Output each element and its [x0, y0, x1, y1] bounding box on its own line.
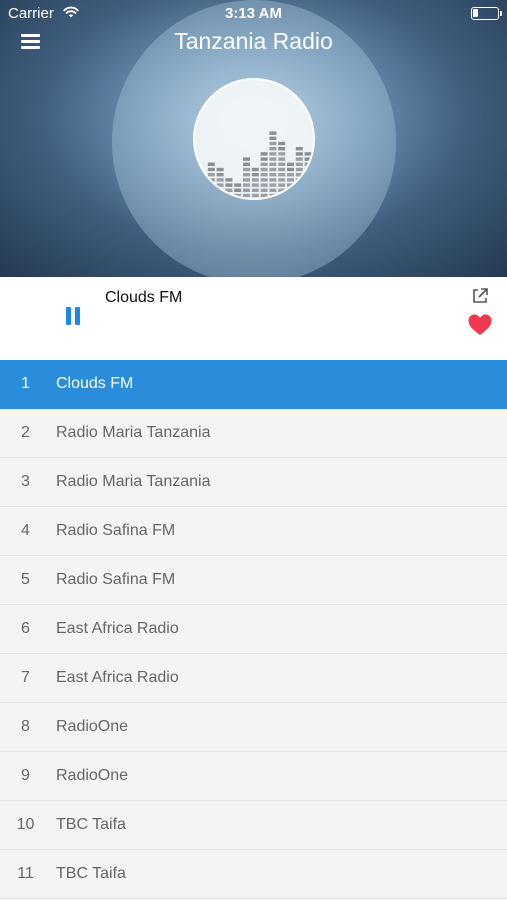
- pause-button[interactable]: [64, 307, 84, 327]
- battery-icon: [471, 7, 502, 20]
- station-number: 5: [21, 571, 30, 588]
- status-time: 3:13 AM: [225, 5, 282, 22]
- station-list: 1 Clouds FM 2 Radio Maria Tanzania 3 Radio Ma…: [0, 360, 507, 899]
- station-number: 1: [21, 375, 30, 392]
- station-row[interactable]: 4 Radio Safina FM: [0, 507, 507, 556]
- station-row[interactable]: 2 Radio Maria Tanzania: [0, 409, 507, 458]
- station-name: Radio Maria Tanzania: [56, 473, 211, 490]
- station-row[interactable]: 7 East Africa Radio: [0, 654, 507, 703]
- station-name: Radio Safina FM: [56, 571, 176, 588]
- station-number: 6: [21, 620, 30, 637]
- app: Carrier 3:13 AM Tanzania Radio Clouds FM: [0, 0, 507, 900]
- station-number: 3: [21, 473, 30, 490]
- station-number: 9: [21, 767, 30, 784]
- station-number: 8: [21, 718, 30, 735]
- status-bar: Carrier 3:13 AM: [0, 0, 507, 28]
- station-number: 4: [21, 522, 30, 539]
- station-name: TBC Taifa: [56, 816, 126, 833]
- station-name: TBC Taifa: [56, 865, 126, 882]
- header: Carrier 3:13 AM Tanzania Radio: [0, 0, 507, 277]
- station-name: RadioOne: [56, 767, 129, 784]
- station-number: 10: [16, 816, 35, 833]
- equalizer-icon: [199, 131, 312, 198]
- station-row[interactable]: 10 TBC Taifa: [0, 801, 507, 850]
- now-playing-title: Clouds FM: [105, 289, 183, 306]
- station-name: Radio Safina FM: [56, 522, 176, 539]
- heart-icon[interactable]: [467, 313, 493, 337]
- station-row[interactable]: 3 Radio Maria Tanzania: [0, 458, 507, 507]
- pause-icon-bar-left: [66, 307, 71, 325]
- station-number: 2: [21, 424, 30, 441]
- station-row[interactable]: 9 RadioOne: [0, 752, 507, 801]
- station-row[interactable]: 5 Radio Safina FM: [0, 556, 507, 605]
- external-share-icon[interactable]: [471, 287, 489, 305]
- pause-icon-bar-right: [75, 307, 80, 325]
- station-number: 7: [21, 669, 30, 686]
- station-name: RadioOne: [56, 718, 129, 735]
- app-title: Tanzania Radio: [174, 28, 333, 54]
- station-name: Radio Maria Tanzania: [56, 424, 211, 441]
- station-logo: [193, 78, 315, 200]
- station-name: Clouds FM: [56, 375, 134, 392]
- station-name: East Africa Radio: [56, 669, 179, 686]
- station-row[interactable]: 1 Clouds FM: [0, 360, 507, 409]
- station-row[interactable]: 11 TBC Taifa: [0, 850, 507, 899]
- player-bar: Clouds FM: [0, 277, 507, 360]
- station-number: 11: [17, 865, 34, 882]
- station-row[interactable]: 6 East Africa Radio: [0, 605, 507, 654]
- station-name: East Africa Radio: [56, 620, 179, 637]
- station-row[interactable]: 8 RadioOne: [0, 703, 507, 752]
